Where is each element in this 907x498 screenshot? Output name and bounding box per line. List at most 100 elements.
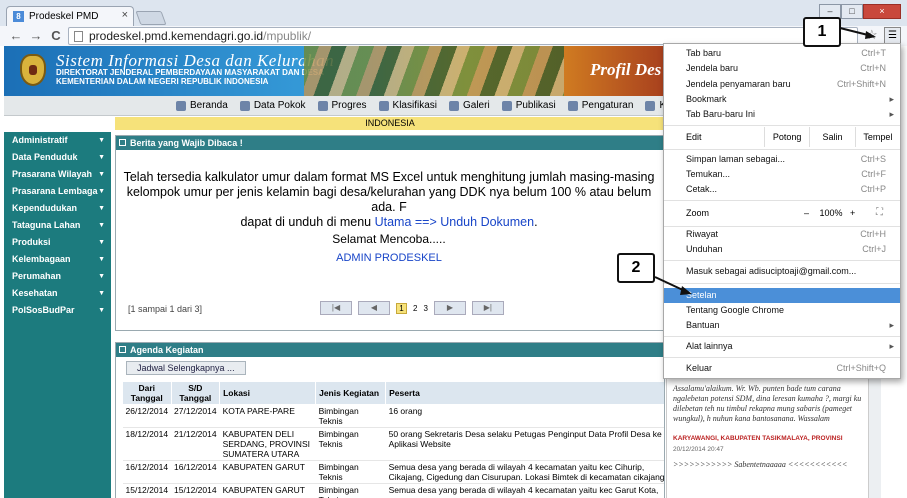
nav-item-label: Publikasi (515, 100, 556, 111)
site-subtitle-line2: Kementerian Dalam Negeri Republik Indone… (56, 77, 269, 86)
sidebar-item-7[interactable]: Kelembagaan ▼ (4, 251, 111, 268)
chrome-menu-button[interactable]: ☰ (884, 27, 901, 44)
chevron-down-icon: ▼ (98, 307, 105, 314)
chevron-down-icon: ▼ (98, 154, 105, 161)
close-icon[interactable]: × (122, 9, 128, 21)
zoom-in-button[interactable]: + (850, 202, 855, 224)
nav-item-5[interactable]: Publikasi (501, 100, 556, 111)
page-1[interactable]: 1 (396, 302, 407, 314)
menu-simpan[interactable]: Simpan laman sebagai... Ctrl+S (664, 152, 900, 167)
collapse-icon[interactable] (119, 346, 126, 353)
menu-potong-button[interactable]: Potong (764, 127, 809, 147)
back-button[interactable]: ← (8, 28, 24, 44)
menu-jendela-penyamaran[interactable]: Jendela penyamaran baru Ctrl+Shift+N (664, 77, 900, 92)
menu-temukan[interactable]: Temukan... Ctrl+F (664, 167, 900, 182)
menu-label: Masuk sebagai adisuciptoaji@gmail.com... (686, 266, 857, 276)
reload-button[interactable]: C (48, 28, 64, 44)
menu-cetak[interactable]: Cetak... Ctrl+P (664, 182, 900, 197)
berita-panel: Berita yang Wajib Dibaca ! Telah tersedi… (115, 135, 665, 331)
banner-photos (304, 46, 564, 96)
menu-tentang[interactable]: Tentang Google Chrome (664, 303, 900, 318)
chevron-down-icon: ▼ (98, 222, 105, 229)
sidebar-item-label: Prasarana Lembaga (12, 186, 98, 196)
page-3[interactable]: 3 (423, 304, 427, 313)
berita-line1: Telah tersedia kalkulator umur dalam for… (123, 170, 655, 184)
menu-shortcut: Ctrl+N (860, 63, 886, 73)
favicon-icon: 8 (13, 11, 24, 22)
forward-button[interactable]: → (28, 28, 44, 44)
next-page-button[interactable]: ▶ (433, 301, 466, 315)
menu-jendela-baru[interactable]: Jendela baru Ctrl+N (664, 61, 900, 76)
nav-item-4[interactable]: Galeri (449, 100, 490, 111)
site-subtitle-line1: Direktorat Jenderal Pemberdayaan Masyara… (56, 68, 324, 77)
menu-bantuan[interactable]: Bantuan ▸ (664, 318, 900, 333)
unduh-dokumen-link[interactable]: Utama ==> Unduh Dokumen (375, 215, 534, 229)
menu-zoom-row: Zoom – 100% + ⛶ (664, 202, 900, 224)
menu-keluar[interactable]: Keluar Ctrl+Shift+Q (664, 361, 900, 376)
nav-item-1[interactable]: Data Pokok (239, 100, 306, 111)
maximize-button[interactable]: □ (841, 4, 863, 19)
sidebar-item-2[interactable]: Prasarana Wilayah ▼ (4, 166, 111, 183)
sidebar-item-8[interactable]: Perumahan ▼ (4, 268, 111, 285)
nav-item-2[interactable]: Progres (317, 100, 367, 111)
menu-label: Alat lainnya (686, 341, 733, 351)
table-cell: 16/12/2014 (122, 460, 172, 484)
table-row: 15/12/2014 15/12/2014 KABUPATEN GARUT Bimbi… (122, 483, 664, 498)
banner-profil-text: Profil Des (590, 60, 662, 79)
jadwal-button[interactable]: Jadwal Selengkapnya ... (126, 361, 246, 375)
sidebar-item-10[interactable]: PolSosBudPar ▼ (4, 302, 111, 319)
sidebar-item-4[interactable]: Kependudukan ▼ (4, 200, 111, 217)
sidebar-item-1[interactable]: Data Penduduk ▼ (4, 149, 111, 166)
scrollbar[interactable] (868, 376, 881, 498)
fullscreen-icon[interactable]: ⛶ (876, 202, 883, 224)
menu-riwayat[interactable]: Riwayat Ctrl+H (664, 227, 900, 242)
menu-tempel-button[interactable]: Tempel (854, 127, 900, 147)
menu-tab-baru-baru[interactable]: Tab Baru-baru Ini ▸ (664, 107, 900, 122)
nav-item-label: Progres (331, 100, 367, 111)
menu-separator (664, 149, 900, 150)
sidebar-item-9[interactable]: Kesehatan ▼ (4, 285, 111, 302)
table-cell: 15/12/2014 (171, 483, 220, 498)
menu-masuk[interactable]: Masuk sebagai adisuciptoaji@gmail.com... (664, 264, 900, 279)
site-subtitle: Direktorat Jenderal Pemberdayaan Masyara… (56, 68, 324, 86)
first-page-button[interactable]: |◀ (320, 301, 352, 315)
sidebar-item-label: Produksi (12, 237, 51, 247)
country-bar: INDONESIA (115, 117, 665, 130)
collapse-icon[interactable] (119, 139, 126, 146)
tab-title: Prodeskel PMD (29, 11, 99, 22)
prev-page-button[interactable]: ◀ (358, 301, 390, 315)
sidebar-item-label: Kelembagaan (12, 254, 71, 264)
nav-item-3[interactable]: Klasifikasi (378, 100, 437, 111)
table-cell: 16/12/2014 (171, 460, 220, 484)
nav-item-6[interactable]: Pengaturan (567, 100, 633, 111)
nav-item-0[interactable]: Beranda (176, 100, 228, 111)
sidebar-item-3[interactable]: Prasarana Lembaga ▼ (4, 183, 111, 200)
bookmark-star-icon[interactable]: ☆ (866, 27, 878, 43)
page-2[interactable]: 2 (413, 304, 417, 313)
menu-shortcut: Ctrl+Shift+Q (836, 363, 886, 373)
menu-salin-button[interactable]: Salin (809, 127, 854, 147)
menu-unduhan[interactable]: Unduhan Ctrl+J (664, 242, 900, 257)
menu-bookmark[interactable]: Bookmark ▸ (664, 92, 900, 107)
last-page-button[interactable]: ▶| (471, 301, 504, 315)
menu-label: Tab Baru-baru Ini (686, 109, 756, 119)
sidebar-item-0[interactable]: Administratif ▼ (4, 132, 111, 149)
sidebar-item-label: Tataguna Lahan (12, 220, 81, 230)
window-close-button[interactable]: × (863, 4, 901, 19)
callout-1: 1 (803, 17, 841, 47)
menu-separator (664, 125, 900, 126)
zoom-out-button[interactable]: – (804, 202, 809, 224)
chrome-menu: Tab baru Ctrl+T Jendela baru Ctrl+N Jendel… (663, 43, 901, 379)
agenda-panel: Agenda Kegiatan Jadwal Selengkapnya ... … (115, 342, 665, 498)
new-tab-button[interactable] (135, 11, 167, 25)
chevron-right-icon: ▸ (889, 341, 894, 351)
sidebar-item-6[interactable]: Produksi ▼ (4, 234, 111, 251)
table-cell: 16 orang (385, 404, 664, 428)
table-row: 16/12/2014 16/12/2014 KABUPATEN GARUT Bimbi… (122, 460, 664, 484)
browser-tab[interactable]: 8 Prodeskel PMD × (6, 6, 134, 26)
menu-tab-baru[interactable]: Tab baru Ctrl+T (664, 46, 900, 61)
sidebar-item-5[interactable]: Tataguna Lahan ▼ (4, 217, 111, 234)
menu-alat-lainnya[interactable]: Alat lainnya ▸ (664, 339, 900, 354)
menu-zoom-label: Zoom (686, 208, 710, 218)
menu-setelan[interactable]: Setelan (664, 288, 900, 303)
